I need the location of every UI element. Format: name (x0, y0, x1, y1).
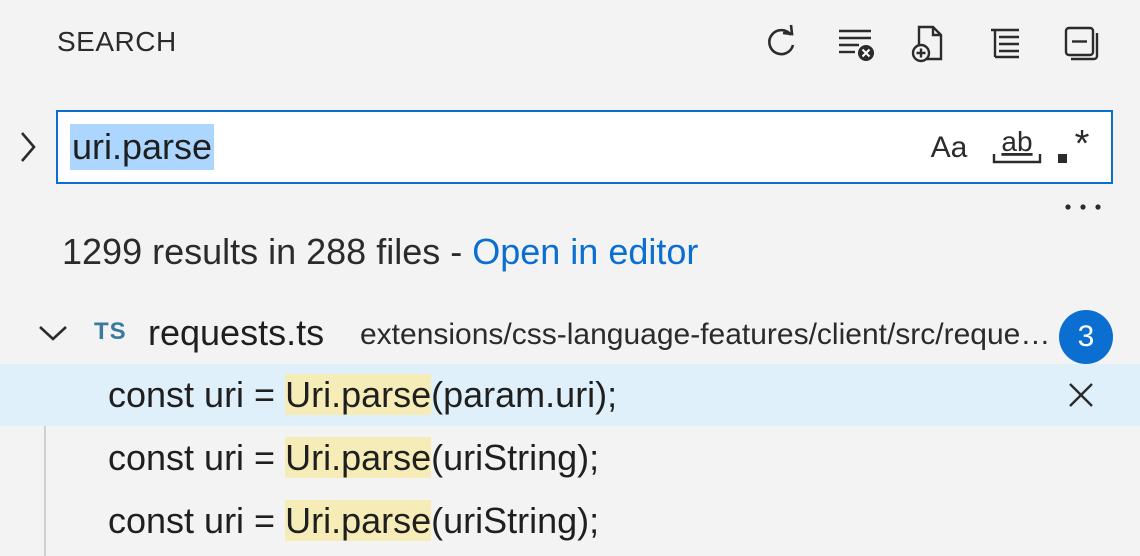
whole-word-toggle[interactable]: ab (989, 122, 1045, 174)
results-summary: 1299 results in 288 files - Open in edit… (62, 230, 698, 274)
result-before: const uri = (108, 437, 286, 478)
result-match: Uri.parse (285, 437, 432, 478)
result-before: const uri = (108, 374, 286, 415)
result-before: const uri = (108, 500, 286, 541)
view-as-tree-icon (991, 28, 1019, 59)
result-after: (uriString); (431, 437, 600, 478)
new-search-editor-icon (911, 25, 943, 63)
regex-toggle[interactable]: * (1047, 122, 1103, 174)
whole-word-label: ab (1001, 126, 1032, 157)
refresh-button[interactable] (756, 20, 806, 66)
clear-results-icon (839, 29, 874, 61)
result-after: (param.uri); (431, 374, 618, 415)
match-count-badge: 3 (1059, 310, 1113, 364)
file-name: requests.ts (148, 312, 325, 353)
match-case-label: Aa (930, 131, 968, 164)
search-input[interactable]: uri.parse Aa ab * (56, 110, 1113, 184)
clear-results-button[interactable] (830, 20, 880, 66)
open-in-editor-link[interactable]: Open in editor (472, 231, 698, 272)
panel-title: SEARCH (57, 26, 177, 57)
file-match-row[interactable]: TS requests.ts extensions/css-language-f… (0, 306, 1140, 364)
new-search-editor-button[interactable] (904, 20, 954, 66)
whole-word-icon: ab (992, 126, 1042, 164)
toggle-replace-button[interactable] (12, 126, 44, 168)
search-details-button[interactable] (1062, 192, 1104, 222)
ellipsis-icon (1065, 204, 1101, 210)
result-row[interactable]: const uri = Uri.parse(uriString); (0, 427, 1140, 489)
results-count-text: 1299 results in 288 files - (62, 231, 473, 272)
typescript-file-icon: TS (94, 318, 127, 345)
collapse-all-button[interactable] (1056, 20, 1106, 66)
file-path: extensions/css-language-features/client/… (360, 318, 1060, 351)
search-query-text[interactable]: uri.parse (70, 124, 215, 170)
file-collapse-toggle[interactable] (36, 318, 70, 348)
result-line: const uri = Uri.parse(param.uri); (108, 372, 617, 418)
refresh-icon (768, 24, 795, 56)
result-row[interactable]: const uri = Uri.parse(uriString); (0, 490, 1140, 552)
dismiss-result-button[interactable] (1060, 374, 1102, 416)
regex-icon: * (1058, 126, 1090, 165)
chevron-right-icon (21, 132, 36, 162)
result-match: Uri.parse (285, 374, 432, 415)
result-row[interactable]: const uri = Uri.parse(param.uri); (0, 364, 1140, 426)
result-match: Uri.parse (285, 500, 432, 541)
svg-text:*: * (1075, 126, 1090, 165)
search-panel: SEARCH uri.parse Aa ab * 1299 results in… (0, 0, 1140, 556)
view-as-tree-button[interactable] (980, 20, 1030, 66)
chevron-down-icon (39, 326, 67, 341)
match-case-toggle[interactable]: Aa (921, 122, 977, 174)
result-line: const uri = Uri.parse(uriString); (108, 435, 599, 481)
close-icon (1069, 383, 1093, 407)
collapse-all-icon (1064, 26, 1099, 61)
result-line: const uri = Uri.parse(uriString); (108, 498, 599, 544)
result-after: (uriString); (431, 500, 600, 541)
